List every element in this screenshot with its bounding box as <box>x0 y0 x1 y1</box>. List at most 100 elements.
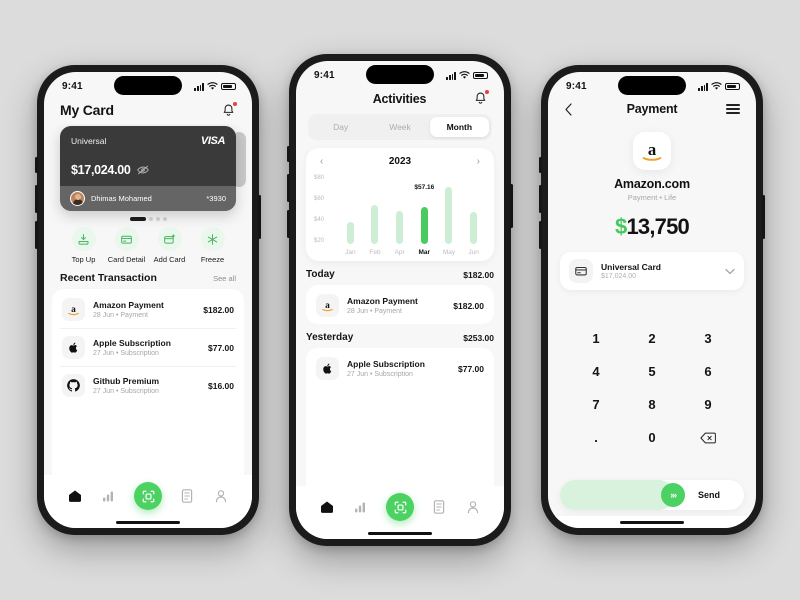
table-row[interactable]: Github Premium 27 Jun • Subscription $16… <box>60 367 236 404</box>
phone-mute-button[interactable] <box>539 157 542 173</box>
phone-volume-up-button[interactable] <box>35 185 38 213</box>
phone-volume-down-button[interactable] <box>35 221 38 249</box>
tab-day[interactable]: Day <box>311 117 370 137</box>
phone-volume-up-button[interactable] <box>287 174 290 202</box>
nav-records-icon[interactable] <box>178 487 196 505</box>
table-row[interactable]: Apple Subscription 27 Jun • Subscription… <box>314 350 486 387</box>
nav-scan-fab[interactable] <box>134 482 162 510</box>
svg-text:a: a <box>325 301 330 311</box>
phone-mute-button[interactable] <box>35 157 38 173</box>
bank-card[interactable]: Universal VISA $17,024.00 Dhimas Mohamed <box>60 126 236 211</box>
carousel-dot[interactable] <box>162 217 167 221</box>
key-.[interactable]: . <box>568 421 624 454</box>
y-axis: $80 $60 $40 $20 <box>314 173 338 257</box>
card-balance-row: $17,024.00 <box>71 163 225 177</box>
tab-month[interactable]: Month <box>429 117 489 137</box>
bar-column[interactable]: Feb <box>365 173 386 256</box>
chevron-down-icon[interactable] <box>725 262 735 280</box>
nav-scan-fab[interactable] <box>386 493 414 521</box>
bar-column[interactable]: May <box>439 173 460 256</box>
nav-home-icon[interactable] <box>318 498 336 516</box>
bar[interactable] <box>420 206 428 244</box>
nav-stats-icon[interactable] <box>352 498 370 516</box>
add-card-icon <box>157 227 182 251</box>
bar[interactable] <box>346 221 354 244</box>
slide-to-send[interactable]: ››› Send <box>560 480 744 510</box>
battery-icon <box>473 71 488 80</box>
chevron-right-icon[interactable]: › <box>477 156 480 167</box>
signal-icon <box>194 83 204 91</box>
transaction-name: Apple Subscription <box>347 359 425 370</box>
table-row[interactable]: Apple Subscription 27 Jun • Subscription… <box>60 329 236 367</box>
bar[interactable] <box>445 187 453 244</box>
quick-action-label: Card Detail <box>107 255 146 264</box>
bar[interactable] <box>470 212 478 244</box>
key-2[interactable]: 2 <box>624 322 680 355</box>
nav-profile-icon[interactable] <box>212 487 230 505</box>
bell-icon[interactable] <box>473 90 489 106</box>
table-row[interactable]: a Amazon Payment 28 Jun • Payment $182.0… <box>314 287 486 324</box>
bar[interactable] <box>371 204 379 244</box>
bank-card-holder-row: Dhimas Mohamed *3930 <box>60 186 236 211</box>
see-all-link[interactable]: See all <box>213 274 236 283</box>
carousel-dots[interactable] <box>44 211 252 225</box>
bar-column[interactable]: Apr <box>389 173 410 256</box>
bell-icon[interactable] <box>221 101 237 118</box>
phone-power-button[interactable] <box>762 195 765 239</box>
chevron-left-icon[interactable]: ‹ <box>320 156 323 167</box>
key-6[interactable]: 6 <box>680 355 736 388</box>
phone-power-button[interactable] <box>258 195 261 239</box>
quick-action-top-up[interactable]: Top Up <box>62 227 105 264</box>
chevron-left-icon[interactable] <box>564 102 578 116</box>
quick-action-add-card[interactable]: Add Card <box>148 227 191 264</box>
card-carousel[interactable]: Universal VISA $17,024.00 Dhimas Mohamed <box>44 124 252 211</box>
nav-profile-icon[interactable] <box>464 498 482 516</box>
transaction-info: Amazon Payment 28 Jun • Payment <box>347 296 445 315</box>
carousel-dot[interactable] <box>148 217 153 221</box>
hamburger-icon[interactable] <box>726 104 740 114</box>
bar-series: Jan Feb Apr $57.16 Mar May Jun <box>338 173 486 257</box>
key-7[interactable]: 7 <box>568 388 624 421</box>
amazon-icon: a <box>633 132 671 170</box>
send-button-label[interactable]: Send <box>674 490 744 500</box>
key-backspace[interactable] <box>680 421 736 454</box>
bar-column[interactable]: $57.16 Mar <box>414 173 435 256</box>
transaction-info: Github Premium 27 Jun • Subscription <box>93 376 200 395</box>
phone-power-button[interactable] <box>510 184 513 228</box>
key-9[interactable]: 9 <box>680 388 736 421</box>
quick-action-label: Add Card <box>153 255 186 264</box>
nav-stats-icon[interactable] <box>100 487 118 505</box>
phone-mute-button[interactable] <box>287 146 290 162</box>
tab-week[interactable]: Week <box>370 117 429 137</box>
nav-records-icon[interactable] <box>430 498 448 516</box>
carousel-dot[interactable] <box>155 217 160 221</box>
bar[interactable] <box>396 210 404 244</box>
signal-icon <box>698 83 708 91</box>
top-up-icon <box>71 227 96 251</box>
body-activities: Day Week Month ‹ 2023 › $80 $60 $40 $20 … <box>296 112 504 486</box>
phone-volume-down-button[interactable] <box>539 221 542 249</box>
eye-off-icon[interactable] <box>136 165 149 175</box>
key-4[interactable]: 4 <box>568 355 624 388</box>
svg-text:a: a <box>648 140 657 159</box>
home-indicator <box>548 516 756 528</box>
key-0[interactable]: 0 <box>624 421 680 454</box>
quick-action-label: Freeze <box>200 255 225 264</box>
x-tick-label: Feb <box>369 249 381 256</box>
x-tick-label: May <box>442 249 456 256</box>
phone-volume-up-button[interactable] <box>539 185 542 213</box>
table-row[interactable]: a Amazon Payment 28 Jun • Payment $182.0… <box>60 291 236 329</box>
bar-column[interactable]: Jun <box>463 173 484 256</box>
carousel-dot-active[interactable] <box>129 217 146 221</box>
page-title: Activities <box>372 91 427 106</box>
phone-volume-down-button[interactable] <box>287 210 290 238</box>
key-5[interactable]: 5 <box>624 355 680 388</box>
quick-action-card-detail[interactable]: Card Detail <box>105 227 148 264</box>
quick-action-freeze[interactable]: Freeze <box>191 227 234 264</box>
key-1[interactable]: 1 <box>568 322 624 355</box>
key-8[interactable]: 8 <box>624 388 680 421</box>
key-3[interactable]: 3 <box>680 322 736 355</box>
bar-column[interactable]: Jan <box>340 173 361 256</box>
card-selector[interactable]: Universal Card $17,024.00 <box>560 252 744 290</box>
nav-home-icon[interactable] <box>66 487 84 505</box>
